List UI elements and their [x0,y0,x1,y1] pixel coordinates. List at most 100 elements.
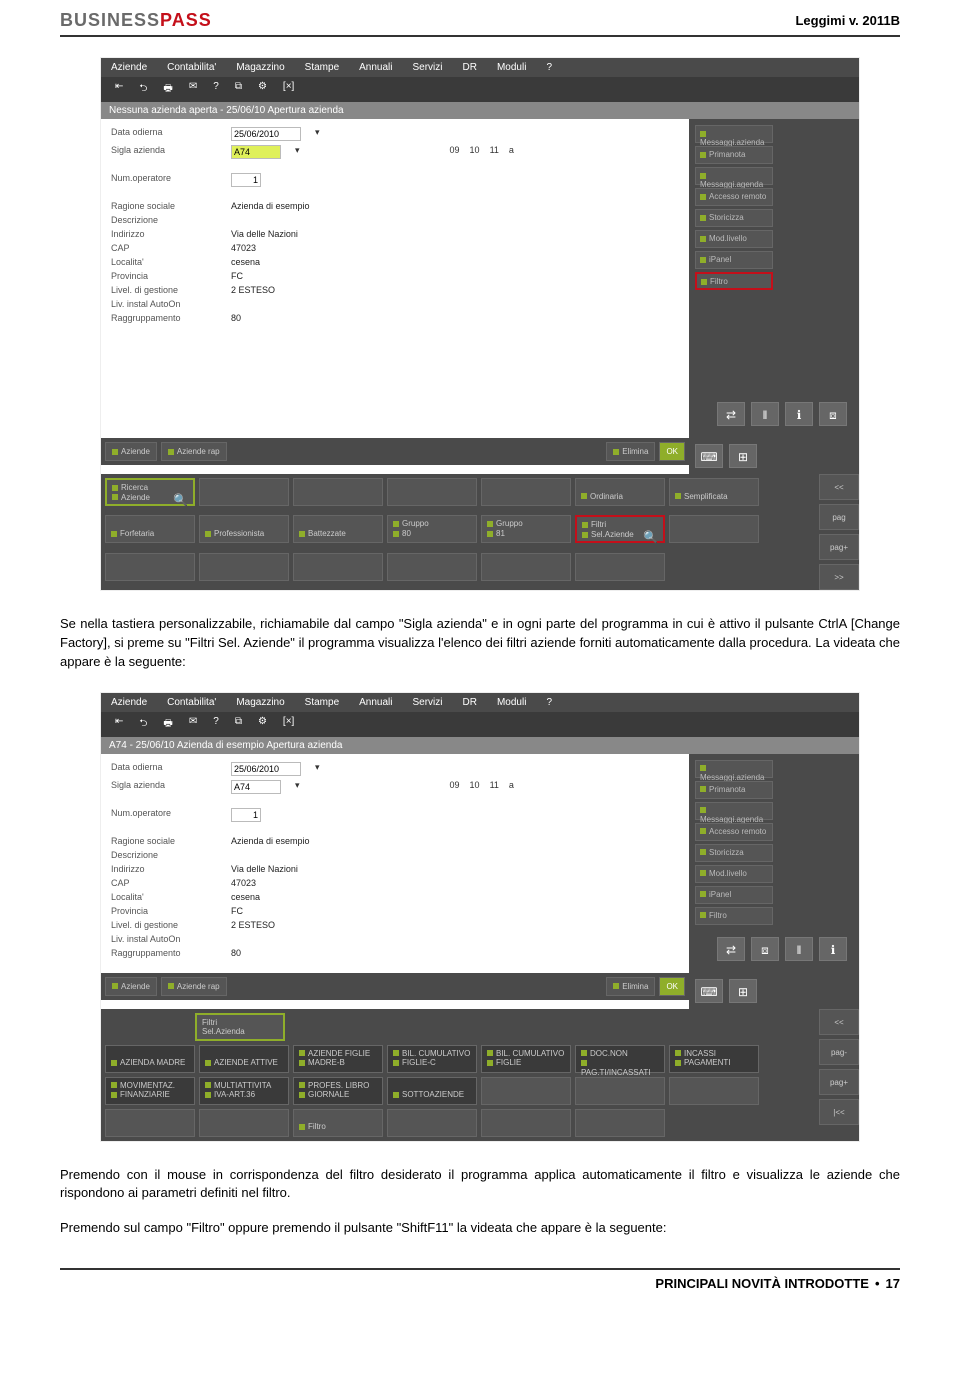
keypad-button[interactable]: Filtro [293,1109,383,1137]
toolbar-icon[interactable]: ? [209,716,223,733]
side-primanota[interactable]: Primanota [695,781,773,799]
keyboard-icon[interactable]: ⌨ [695,979,723,1003]
input-sigla[interactable] [231,780,281,794]
btn-ok[interactable]: OK [659,977,685,996]
window-icon[interactable]: ⧈ [819,402,847,426]
keypad-button[interactable] [105,553,195,581]
menu-item[interactable]: Magazzino [236,697,284,708]
toolbar-icon[interactable]: [×] [279,716,298,733]
keypad-button[interactable]: Forfetaria [105,515,195,543]
menu-item[interactable]: Moduli [497,62,526,73]
btn-aziende[interactable]: Aziende [105,442,157,461]
pause-icon[interactable]: ‖ [751,402,779,426]
toolbar-icon[interactable]: ⮌ [135,81,151,98]
keypad-button[interactable]: Gruppo80 [387,515,477,543]
side-ipanel[interactable]: iPanel [695,251,773,269]
menu-item[interactable]: DR [463,697,477,708]
keypad-button[interactable]: Battezzate [293,515,383,543]
keypad-button[interactable] [481,478,571,506]
keypad-button[interactable]: DOC.NONPAG.TI/INCASSATI [575,1045,665,1073]
keypad-button[interactable] [387,1109,477,1137]
menu-item[interactable]: ? [546,62,552,73]
keypad-button[interactable]: Professionista [199,515,289,543]
keypad-button[interactable] [199,553,289,581]
input-num-op[interactable] [231,173,261,187]
side-filtro[interactable]: Filtro [695,907,773,925]
keypad-button[interactable] [199,1109,289,1137]
menu-item[interactable]: Servizi [413,62,443,73]
menu-item[interactable]: DR [463,62,477,73]
grid-icon[interactable]: ⊞ [729,979,757,1003]
info-icon[interactable]: ℹ [785,402,813,426]
keypad-button[interactable] [575,1077,665,1105]
keypad-button[interactable] [293,478,383,506]
keypad-button[interactable]: BIL. CUMULATIVOFIGLIE-C [387,1045,477,1073]
keypad-button[interactable] [481,1109,571,1137]
keypad-button[interactable]: BIL. CUMULATIVOFIGLIE [481,1045,571,1073]
keypad-button[interactable]: Gruppo81 [481,515,571,543]
keyboard-icon[interactable]: ⌨ [695,444,723,468]
keypad-button[interactable]: Semplificata [669,478,759,506]
input-sigla[interactable] [231,145,281,159]
info-icon[interactable]: ℹ [819,937,847,961]
input-num-op[interactable] [231,808,261,822]
keypad-button[interactable]: MOVIMENTAZ.FINANZIARIE [105,1077,195,1105]
nav-button[interactable]: |<< [819,1099,859,1125]
menu-item[interactable]: Aziende [111,697,147,708]
side-accesso-remoto[interactable]: Accesso remoto [695,188,773,206]
menu-item[interactable]: Stampe [305,697,339,708]
toolbar-icon[interactable]: ⮌ [135,716,151,733]
menu-item[interactable]: Contabilita' [167,697,216,708]
nav-button[interactable]: pag+ [819,534,859,560]
keypad-button[interactable] [669,1077,759,1105]
btn-ok[interactable]: OK [659,442,685,461]
side-filtro[interactable]: Filtro [695,272,773,290]
nav-button[interactable]: pag [819,504,859,530]
side-messaggi-agenda[interactable]: Messaggi.agenda [695,167,773,185]
keypad-button[interactable]: AZIENDE FIGLIEMADRE-B [293,1045,383,1073]
keypad-filtri-sel-azienda[interactable]: FiltriSel.Azienda [195,1013,285,1041]
keypad-button[interactable] [669,515,759,543]
keypad-button[interactable]: FiltriSel.Aziende 🔍 [575,515,665,543]
input-data-odierna[interactable] [231,762,301,776]
btn-elimina[interactable]: Elimina [606,442,655,461]
side-accesso-remoto[interactable]: Accesso remoto [695,823,773,841]
keypad-button[interactable]: SOTTOAZIENDE [387,1077,477,1105]
side-messaggi-azienda[interactable]: Messaggi.azienda [695,125,773,143]
keypad-button[interactable] [481,553,571,581]
keypad-button[interactable]: AZIENDA MADRE [105,1045,195,1073]
toolbar-icon[interactable]: ✉ [185,81,201,98]
side-messaggi-agenda[interactable]: Messaggi.agenda [695,802,773,820]
menu-item[interactable]: Servizi [413,697,443,708]
toolbar-icon[interactable]: ⇤ [111,81,127,98]
pause-icon[interactable]: ‖ [785,937,813,961]
swap-icon[interactable]: ⇄ [717,402,745,426]
keypad-button[interactable] [387,553,477,581]
keypad-button[interactable] [575,553,665,581]
swap-icon[interactable]: ⇄ [717,937,745,961]
menu-item[interactable]: Annuali [359,697,392,708]
nav-button[interactable]: << [819,474,859,500]
side-mod-livello[interactable]: Mod.livello [695,230,773,248]
toolbar-icon[interactable]: 🖶 [159,81,176,98]
menu-item[interactable]: Contabilita' [167,62,216,73]
btn-elimina[interactable]: Elimina [606,977,655,996]
window-icon[interactable]: ⧈ [751,937,779,961]
menu-item[interactable]: Moduli [497,697,526,708]
toolbar-icon[interactable]: ⚙ [254,81,271,98]
toolbar-icon[interactable]: ⧉ [231,81,246,98]
keypad-button[interactable]: RicercaAziende 🔍 [105,478,195,506]
side-ipanel[interactable]: iPanel [695,886,773,904]
toolbar-icon[interactable]: 🖶 [159,716,176,733]
keypad-button[interactable]: PROFES. LIBROGIORNALE [293,1077,383,1105]
keypad-button[interactable]: MULTIATTIVITAIVA-ART.36 [199,1077,289,1105]
keypad-button[interactable] [293,553,383,581]
keypad-button[interactable] [105,1109,195,1137]
side-storicizza[interactable]: Storicizza [695,209,773,227]
input-data-odierna[interactable] [231,127,301,141]
keypad-button[interactable]: AZIENDE ATTIVE [199,1045,289,1073]
toolbar-icon[interactable]: ⧉ [231,716,246,733]
toolbar-icon[interactable]: [×] [279,81,298,98]
side-storicizza[interactable]: Storicizza [695,844,773,862]
keypad-button[interactable] [387,478,477,506]
